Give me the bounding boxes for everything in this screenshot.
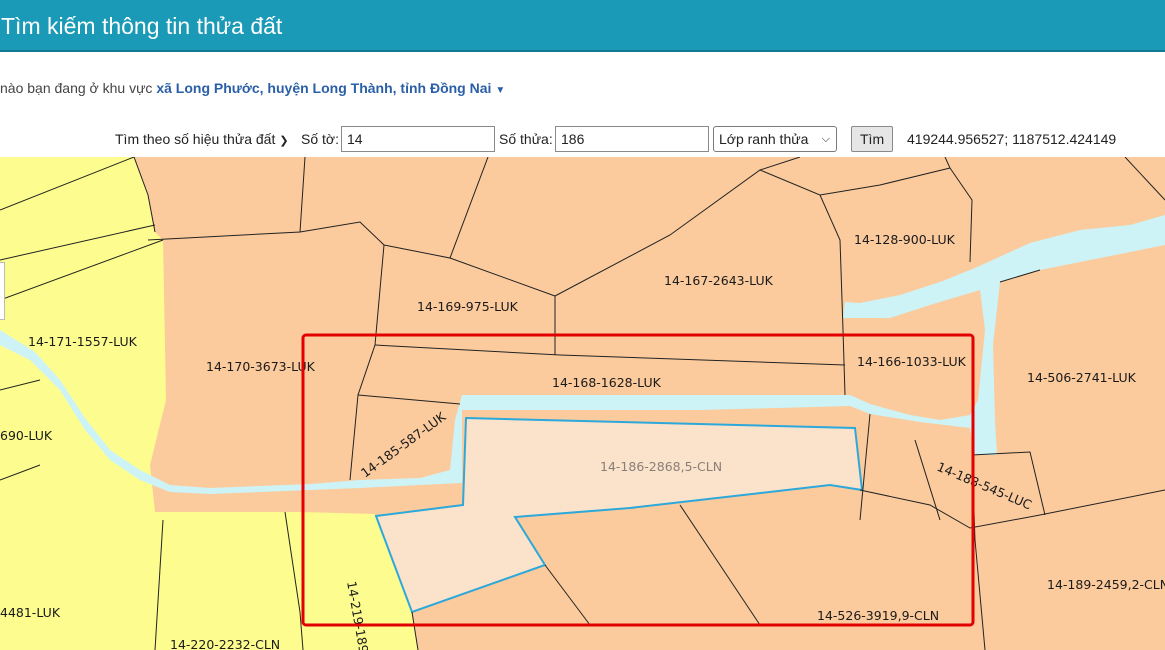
parcel-label: 14-220-2232-CLN — [170, 637, 280, 650]
parcel-label: 14-170-3673-LUK — [206, 359, 316, 374]
parcel-label: Số thửa: — [499, 131, 553, 147]
parcel-label: 14-526-3919,9-CLN — [817, 608, 939, 623]
cadastral-map[interactable]: 14-171-1557-LUK 14-170-3673-LUK 14-169-9… — [0, 157, 1165, 650]
chevron-down-icon: ❯ — [279, 135, 289, 147]
parcel-label: 14-189-2459,2-CLN — [1047, 577, 1165, 592]
side-panel-tab[interactable] — [0, 262, 5, 320]
parcel-label: 14-169-975-LUK — [417, 299, 519, 314]
search-bar: Tìm theo số hiệu thửa đất ❯ Số tờ: 14 Số … — [0, 126, 1165, 154]
location-prefix: nào bạn đang ở khu vực — [0, 80, 153, 96]
search-mode-label: Tìm theo số hiệu thửa đất — [115, 131, 276, 147]
search-button[interactable]: Tìm — [851, 126, 893, 152]
parcel-label: 14-171-1557-LUK — [28, 334, 138, 349]
caret-down-icon: ▼ — [495, 85, 506, 96]
sheet-label: Số tờ: — [301, 131, 339, 147]
coordinates-readout: 419244.956527; 1187512.424149 — [907, 131, 1117, 147]
region-label: xã Long Phước, huyện Long Thành, tỉnh Đồ… — [156, 80, 492, 96]
region-dropdown[interactable]: xã Long Phước, huyện Long Thành, tỉnh Đồ… — [156, 80, 505, 96]
parcel-label: 690-LUK — [0, 428, 53, 443]
location-bar: nào bạn đang ở khu vực xã Long Phước, hu… — [0, 80, 505, 96]
parcel-label: 14-168-1628-LUK — [552, 375, 662, 390]
sheet-number-input[interactable]: 14 — [341, 126, 495, 152]
layer-select[interactable]: Lớp ranh thửa ⌵ — [713, 126, 837, 152]
app-header: Tìm kiếm thông tin thửa đất — [0, 0, 1165, 52]
parcel-label: 14-128-900-LUK — [854, 232, 956, 247]
parcel-label: 14-167-2643-LUK — [664, 273, 774, 288]
page-title: Tìm kiếm thông tin thửa đất — [1, 13, 283, 39]
selected-parcel-label: 14-186-2868,5-CLN — [600, 459, 722, 474]
parcel-label: 14-166-1033-LUK — [857, 354, 967, 369]
map-canvas[interactable]: 14-171-1557-LUK 14-170-3673-LUK 14-169-9… — [0, 157, 1165, 650]
parcel-label: 4481-LUK — [0, 605, 61, 620]
chevron-down-icon: ⌵ — [821, 133, 830, 145]
parcel-number-input[interactable]: 186 — [555, 126, 709, 152]
yellow-land-south — [155, 512, 418, 650]
search-mode-select[interactable]: Tìm theo số hiệu thửa đất ❯ — [112, 126, 292, 152]
yellow-land-west — [0, 157, 166, 650]
parcel-label: 14-506-2741-LUK — [1027, 370, 1137, 385]
layer-select-label: Lớp ranh thửa — [719, 131, 809, 147]
